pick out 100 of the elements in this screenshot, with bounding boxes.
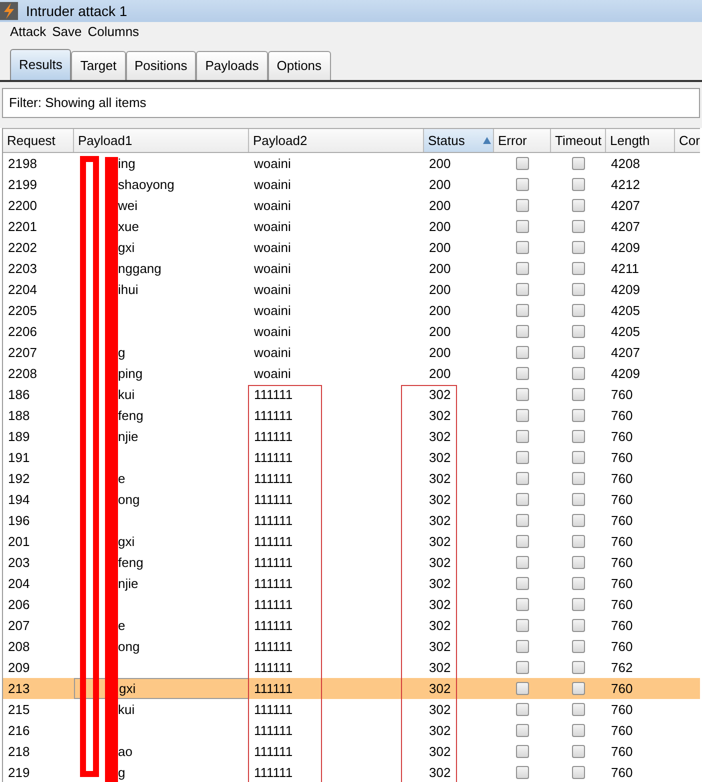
checkbox[interactable] bbox=[516, 388, 529, 401]
column-header[interactable]: Timeout bbox=[551, 129, 606, 152]
checkbox[interactable] bbox=[572, 745, 585, 758]
checkbox[interactable] bbox=[572, 535, 585, 548]
checkbox[interactable] bbox=[516, 640, 529, 653]
table-cell-text: 192 bbox=[8, 470, 30, 488]
checkbox[interactable] bbox=[572, 493, 585, 506]
checkbox[interactable] bbox=[572, 724, 585, 737]
checkbox[interactable] bbox=[516, 283, 529, 296]
checkbox[interactable] bbox=[516, 703, 529, 716]
checkbox[interactable] bbox=[572, 388, 585, 401]
filter-bar[interactable]: Filter: Showing all items bbox=[2, 88, 700, 118]
tab[interactable]: Options bbox=[268, 51, 331, 80]
menu-item[interactable]: Save bbox=[52, 22, 82, 42]
column-header[interactable]: Payload1 bbox=[74, 129, 249, 152]
checkbox[interactable] bbox=[572, 241, 585, 254]
checkbox[interactable] bbox=[572, 262, 585, 275]
checkbox[interactable] bbox=[572, 220, 585, 233]
table-cell-text: 111111 bbox=[254, 764, 293, 782]
table-cell-text: 302 bbox=[429, 470, 451, 488]
table-cell-text: 194 bbox=[8, 490, 30, 509]
table-cell-text: 302 bbox=[429, 764, 451, 782]
checkbox[interactable] bbox=[516, 346, 529, 359]
checkbox[interactable] bbox=[572, 199, 585, 212]
table-cell-text: woaini bbox=[254, 280, 291, 299]
checkbox[interactable] bbox=[572, 766, 585, 779]
checkbox[interactable] bbox=[516, 556, 529, 569]
column-header[interactable]: Request bbox=[3, 129, 74, 152]
checkbox[interactable] bbox=[516, 304, 529, 317]
table-cell-text: 302 bbox=[429, 532, 451, 551]
checkbox[interactable] bbox=[516, 199, 529, 212]
checkbox[interactable] bbox=[572, 283, 585, 296]
checkbox[interactable] bbox=[516, 178, 529, 191]
checkbox[interactable] bbox=[516, 451, 529, 464]
checkbox[interactable] bbox=[572, 682, 585, 695]
checkbox[interactable] bbox=[572, 451, 585, 464]
checkbox[interactable] bbox=[572, 325, 585, 338]
table-cell-text: 760 bbox=[611, 764, 633, 782]
table-cell-text: 4207 bbox=[611, 218, 640, 236]
checkbox[interactable] bbox=[516, 577, 529, 590]
tab[interactable]: Positions bbox=[126, 51, 196, 80]
checkbox[interactable] bbox=[516, 430, 529, 443]
checkbox[interactable] bbox=[572, 703, 585, 716]
checkbox[interactable] bbox=[516, 661, 529, 674]
table-cell-text: 760 bbox=[611, 490, 633, 509]
table-cell-text: 302 bbox=[429, 616, 451, 635]
table-cell-text: woaini bbox=[254, 176, 291, 194]
checkbox[interactable] bbox=[516, 325, 529, 338]
table-cell-text: 213 bbox=[8, 680, 30, 698]
table-cell-text: 111111 bbox=[254, 722, 293, 740]
checkbox[interactable] bbox=[572, 556, 585, 569]
checkbox[interactable] bbox=[516, 514, 529, 527]
table-cell-text: 2199 bbox=[8, 176, 37, 194]
checkbox[interactable] bbox=[572, 157, 585, 170]
lightning-icon bbox=[0, 2, 18, 20]
checkbox[interactable] bbox=[516, 766, 529, 779]
checkbox[interactable] bbox=[572, 304, 585, 317]
column-header[interactable]: Length bbox=[606, 129, 675, 152]
payload-fragment: feng bbox=[118, 554, 144, 572]
checkbox[interactable] bbox=[516, 409, 529, 422]
menu-item[interactable]: Attack bbox=[10, 22, 46, 42]
checkbox[interactable] bbox=[516, 241, 529, 254]
tab[interactable]: Results bbox=[10, 49, 72, 80]
checkbox[interactable] bbox=[572, 409, 585, 422]
checkbox[interactable] bbox=[572, 577, 585, 590]
table-cell-text: 200 bbox=[429, 154, 451, 173]
checkbox[interactable] bbox=[516, 724, 529, 737]
table-cell-text: 204 bbox=[8, 574, 30, 593]
checkbox[interactable] bbox=[572, 346, 585, 359]
column-header[interactable]: Error bbox=[494, 129, 551, 152]
table-cell-text: 200 bbox=[429, 176, 451, 194]
column-header[interactable]: Cor bbox=[675, 129, 702, 152]
checkbox[interactable] bbox=[572, 514, 585, 527]
checkbox[interactable] bbox=[572, 472, 585, 485]
column-header[interactable]: Status bbox=[424, 129, 494, 152]
checkbox[interactable] bbox=[516, 682, 529, 695]
checkbox[interactable] bbox=[516, 493, 529, 506]
checkbox[interactable] bbox=[572, 178, 585, 191]
checkbox[interactable] bbox=[572, 640, 585, 653]
checkbox[interactable] bbox=[572, 367, 585, 380]
table-row[interactable]: 213 gxi 111111 302 760 bbox=[3, 678, 700, 699]
checkbox[interactable] bbox=[516, 262, 529, 275]
checkbox[interactable] bbox=[516, 157, 529, 170]
checkbox[interactable] bbox=[516, 472, 529, 485]
checkbox[interactable] bbox=[572, 430, 585, 443]
checkbox[interactable] bbox=[516, 367, 529, 380]
checkbox[interactable] bbox=[572, 598, 585, 611]
checkbox[interactable] bbox=[516, 619, 529, 632]
table-cell-text: 206 bbox=[8, 596, 30, 614]
checkbox[interactable] bbox=[516, 598, 529, 611]
checkbox[interactable] bbox=[516, 535, 529, 548]
checkbox[interactable] bbox=[516, 745, 529, 758]
checkbox[interactable] bbox=[572, 661, 585, 674]
checkbox[interactable] bbox=[516, 220, 529, 233]
tab[interactable]: Target bbox=[71, 51, 126, 80]
checkbox[interactable] bbox=[572, 619, 585, 632]
tab[interactable]: Payloads bbox=[196, 51, 268, 80]
table-cell-text: 302 bbox=[429, 638, 451, 656]
payload-fragment: ihui bbox=[118, 280, 138, 299]
menu-item[interactable]: Columns bbox=[88, 22, 140, 42]
